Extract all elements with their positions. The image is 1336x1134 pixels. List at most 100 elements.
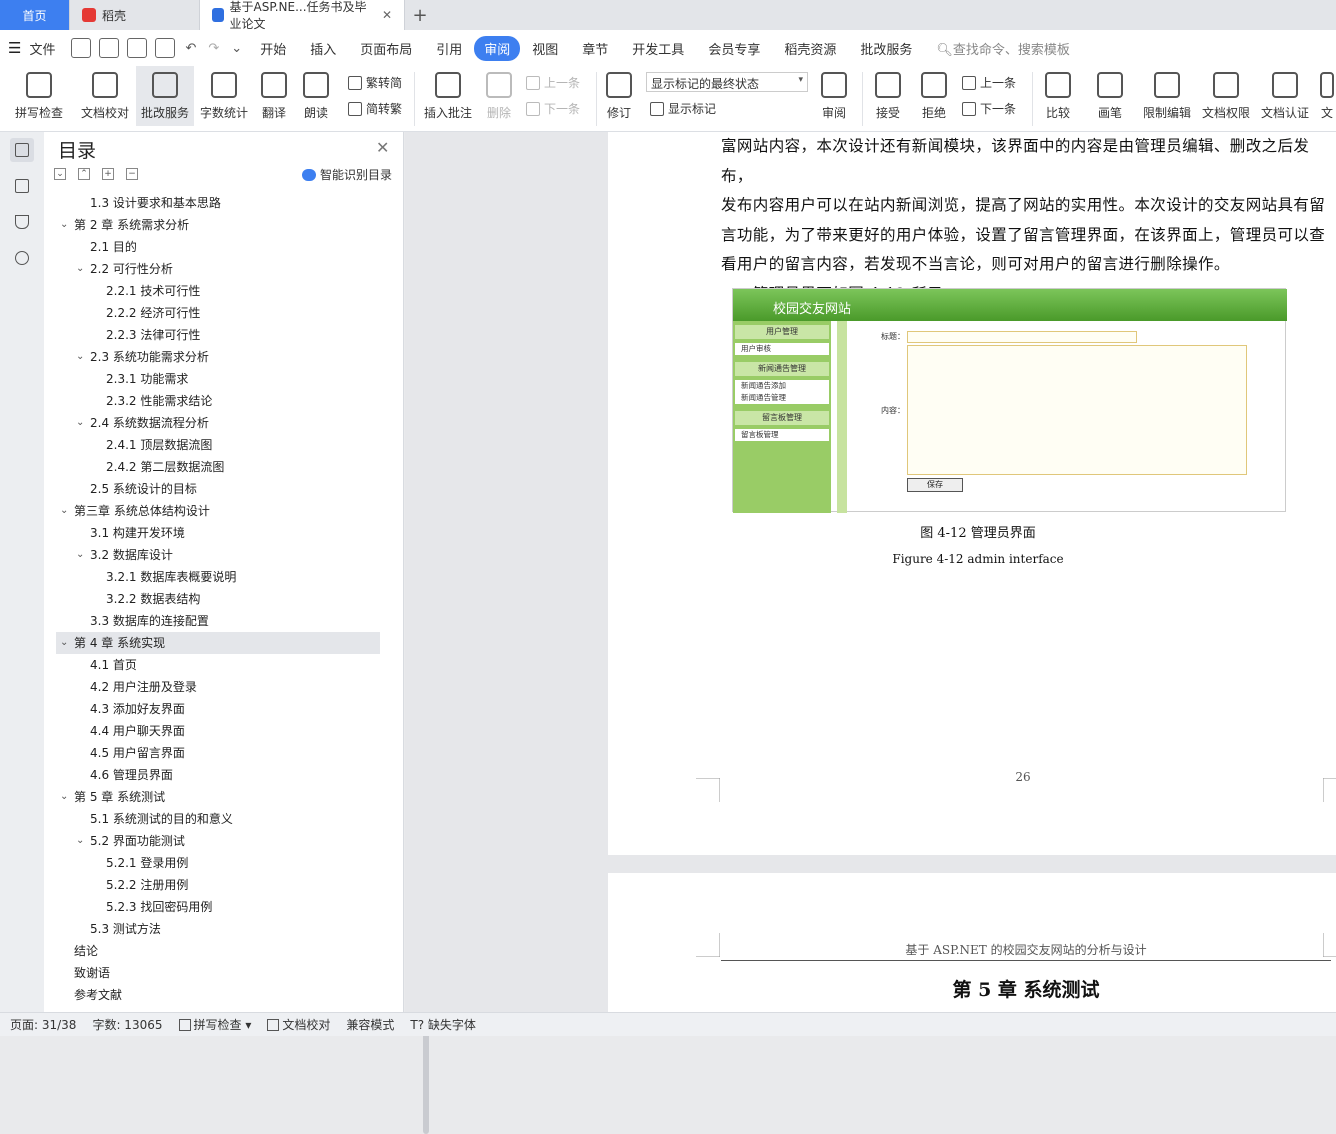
bookmark-icon[interactable] xyxy=(10,210,34,234)
missing-font[interactable]: T? 缺失字体 xyxy=(410,1016,476,1033)
restrict-edit-button[interactable]: 限制编辑 xyxy=(1138,66,1196,126)
toc-item[interactable]: 2.2.3 法律可行性 xyxy=(56,324,380,346)
chevron-down-icon[interactable]: ⌄ xyxy=(76,830,84,852)
status-spell-check[interactable]: 拼写检查 ▾ xyxy=(178,1016,251,1033)
add-heading-icon[interactable]: + xyxy=(102,168,114,180)
tab-document[interactable]: 基于ASP.NE...任务书及毕业论文 ✕ xyxy=(200,0,405,31)
read-aloud-button[interactable]: 朗读 xyxy=(298,66,334,126)
chevron-down-icon[interactable]: ⌄ xyxy=(60,214,68,236)
toc-item[interactable]: ⌄ 第三章 系统总体结构设计 xyxy=(56,500,380,522)
delete-comment-button[interactable]: 删除 xyxy=(480,66,518,126)
toc-item[interactable]: 3.3 数据库的连接配置 xyxy=(56,610,380,632)
toc-item[interactable]: 4.6 管理员界面 xyxy=(56,764,380,786)
insert-comment-button[interactable]: 插入批注 xyxy=(420,66,476,126)
close-tab-icon[interactable]: ✕ xyxy=(382,8,392,22)
command-search[interactable]: 🔍︎查找命令、搜索模板 xyxy=(936,39,1070,58)
chevron-down-icon[interactable]: ⌄ xyxy=(60,786,68,808)
remove-heading-icon[interactable]: − xyxy=(126,168,138,180)
toc-item[interactable]: 1.3 设计要求和基本思路 xyxy=(56,192,380,214)
chevron-down-icon[interactable]: ⌄ xyxy=(60,500,68,522)
print-icon[interactable] xyxy=(127,38,148,58)
toc-item[interactable]: 4.2 用户注册及登录 xyxy=(56,676,380,698)
compat-mode[interactable]: 兼容模式 xyxy=(346,1016,394,1033)
menu-member[interactable]: 会员专享 xyxy=(696,39,772,58)
toc-item[interactable]: ⌄ 第 2 章 系统需求分析 xyxy=(56,214,380,236)
toc-item[interactable]: 4.1 首页 xyxy=(56,654,380,676)
menu-section[interactable]: 章节 xyxy=(570,39,620,58)
chevron-down-icon[interactable]: ⌄ xyxy=(76,258,84,280)
export-icon[interactable] xyxy=(99,38,120,58)
collapse-all-icon[interactable]: ⌄ xyxy=(54,168,66,180)
toc-item[interactable]: 5.1 系统测试的目的和意义 xyxy=(56,808,380,830)
menu-view[interactable]: 视图 xyxy=(520,39,570,58)
toc-item[interactable]: 3.1 构建开发环境 xyxy=(56,522,380,544)
menu-layout[interactable]: 页面布局 xyxy=(348,39,424,58)
next-comment-button[interactable]: 下一条 xyxy=(526,100,580,117)
show-markup-button[interactable]: 显示标记 xyxy=(650,100,716,117)
next-change-button[interactable]: 下一条 xyxy=(962,100,1016,117)
toc-item[interactable]: 2.5 系统设计的目标 xyxy=(56,478,380,500)
word-count[interactable]: 字数: 13065 xyxy=(92,1016,162,1033)
new-tab-button[interactable]: + xyxy=(405,0,435,30)
simp-to-trad-button[interactable]: 简转繁 xyxy=(348,100,402,117)
redo-icon[interactable]: ↷ xyxy=(208,41,219,56)
toc-item[interactable]: ⌄ 2.4 系统数据流程分析 xyxy=(56,412,380,434)
menu-file[interactable]: 文件 xyxy=(25,39,67,58)
translate-button[interactable]: 翻译 xyxy=(254,66,294,126)
toc-item[interactable]: 2.1 目的 xyxy=(56,236,380,258)
toc-item[interactable]: ⌄ 2.2 可行性分析 xyxy=(56,258,380,280)
toc-item[interactable]: 5.2.1 登录用例 xyxy=(56,852,380,874)
prev-change-button[interactable]: 上一条 xyxy=(962,74,1016,91)
page-indicator[interactable]: 页面: 31/38 xyxy=(10,1016,76,1033)
toc-item[interactable]: 2.4.1 顶层数据流图 xyxy=(56,434,380,456)
trad-to-simp-button[interactable]: 繁转简 xyxy=(348,74,402,91)
undo-icon[interactable]: ↶ xyxy=(185,41,196,56)
prev-comment-button[interactable]: 上一条 xyxy=(526,74,580,91)
grading-service-button[interactable]: 批改服务 xyxy=(136,66,194,126)
compare-button[interactable]: 比较 xyxy=(1036,66,1080,126)
menu-grading[interactable]: 批改服务 xyxy=(848,39,924,58)
close-icon[interactable]: ✕ xyxy=(376,138,389,157)
toc-item[interactable]: 4.3 添加好友界面 xyxy=(56,698,380,720)
word-count-button[interactable]: 字数统计 xyxy=(196,66,252,126)
toc-item[interactable]: 4.4 用户聊天界面 xyxy=(56,720,380,742)
accept-button[interactable]: 接受 xyxy=(868,66,908,126)
toc-item[interactable]: ⌄ 5.2 界面功能测试 xyxy=(56,830,380,852)
markup-state-select[interactable]: 显示标记的最终状态 ▾ xyxy=(646,72,808,92)
chevron-down-icon[interactable]: ⌄ xyxy=(76,346,84,368)
menu-reference[interactable]: 引用 xyxy=(424,39,474,58)
menu-insert[interactable]: 插入 xyxy=(298,39,348,58)
toc-item[interactable]: 5.3 测试方法 xyxy=(56,918,380,940)
doc-cert-button[interactable]: 文档认证 xyxy=(1256,66,1314,126)
toc-item[interactable]: 致谢语 xyxy=(56,962,380,984)
toc-item[interactable]: 2.4.2 第二层数据流图 xyxy=(56,456,380,478)
toc-item[interactable]: 2.2.2 经济可行性 xyxy=(56,302,380,324)
toc-item[interactable]: 5.2.2 注册用例 xyxy=(56,874,380,896)
menu-start[interactable]: 开始 xyxy=(248,39,298,58)
toc-item[interactable]: 参考文献 xyxy=(56,984,380,1006)
toc-item[interactable]: 2.3.1 功能需求 xyxy=(56,368,380,390)
toc-item[interactable]: 3.2.2 数据表结构 xyxy=(56,588,380,610)
toc-item[interactable]: 2.3.2 性能需求结论 xyxy=(56,390,380,412)
tab-home[interactable]: 首页 xyxy=(0,0,70,30)
status-proofread[interactable]: 文档校对 xyxy=(267,1016,330,1033)
chevron-down-icon[interactable]: ⌄ xyxy=(76,544,84,566)
expand-all-icon[interactable]: ⌃ xyxy=(78,168,90,180)
save-icon[interactable] xyxy=(71,38,92,58)
menu-devtools[interactable]: 开发工具 xyxy=(620,39,696,58)
more-quick-icon[interactable]: ⌄ xyxy=(231,41,242,56)
spell-check-button[interactable]: 拼写检查 xyxy=(8,66,70,126)
search-icon[interactable] xyxy=(10,246,34,270)
toc-item[interactable]: ⌄ 3.2 数据库设计 xyxy=(56,544,380,566)
menu-daoke-res[interactable]: 稻壳资源 xyxy=(772,39,848,58)
toc-item[interactable]: 3.2.1 数据库表概要说明 xyxy=(56,566,380,588)
preview-icon[interactable] xyxy=(155,38,176,58)
tab-daoke[interactable]: 稻壳 xyxy=(70,0,200,30)
hamburger-icon[interactable]: ☰ xyxy=(8,39,21,57)
toc-pane-icon[interactable] xyxy=(10,138,34,162)
toc-item[interactable]: 2.2.1 技术可行性 xyxy=(56,280,380,302)
doc-permission-button[interactable]: 文档权限 xyxy=(1198,66,1254,126)
toc-item[interactable]: 4.5 用户留言界面 xyxy=(56,742,380,764)
menu-review[interactable]: 审阅 xyxy=(474,35,521,61)
chapter-nav-icon[interactable] xyxy=(10,174,34,198)
